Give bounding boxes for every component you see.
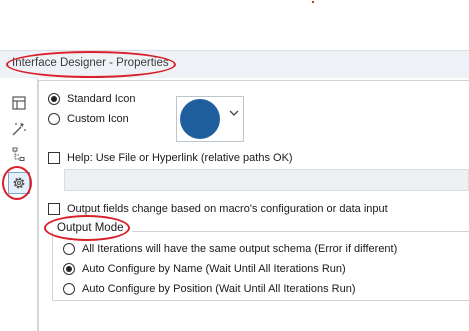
stray-mark bbox=[312, 1, 314, 3]
help-path-input[interactable] bbox=[64, 169, 469, 191]
sidebar bbox=[0, 78, 38, 331]
sidebar-item-layout[interactable] bbox=[8, 92, 30, 114]
output-mode-option-by-name: Auto Configure by Name (Wait Until All I… bbox=[82, 263, 346, 275]
output-mode-annotation-circle bbox=[44, 215, 130, 241]
output-mode-option-by-position: Auto Configure by Position (Wait Until A… bbox=[82, 283, 356, 295]
layout-icon bbox=[12, 96, 26, 110]
output-mode-radio-by-name[interactable] bbox=[63, 263, 75, 275]
standard-icon-radio[interactable] bbox=[48, 93, 60, 105]
settings-annotation-circle bbox=[2, 166, 32, 200]
tree-icon bbox=[12, 147, 25, 161]
title-annotation-circle bbox=[6, 51, 176, 78]
output-mode-divider bbox=[132, 231, 469, 232]
output-fields-label: Output fields change based on macro's co… bbox=[67, 203, 388, 215]
standard-icon-label: Standard Icon bbox=[67, 93, 136, 105]
sidebar-item-wizard[interactable] bbox=[8, 118, 30, 140]
icon-picker-dropdown[interactable] bbox=[176, 96, 244, 142]
output-mode-option-same-schema: All Iterations will have the same output… bbox=[82, 243, 398, 255]
output-mode-radio-same-schema[interactable] bbox=[63, 243, 75, 255]
output-mode-radio-by-position[interactable] bbox=[63, 283, 75, 295]
output-fields-checkbox[interactable] bbox=[48, 203, 60, 215]
custom-icon-radio[interactable] bbox=[48, 113, 60, 125]
magic-wand-icon bbox=[12, 122, 26, 136]
help-checkbox[interactable] bbox=[48, 152, 60, 164]
icon-preview-swatch bbox=[180, 99, 220, 139]
help-label: Help: Use File or Hyperlink (relative pa… bbox=[67, 152, 293, 164]
custom-icon-label: Custom Icon bbox=[67, 113, 129, 125]
chevron-down-icon bbox=[229, 110, 239, 116]
sidebar-item-test[interactable] bbox=[8, 144, 30, 166]
